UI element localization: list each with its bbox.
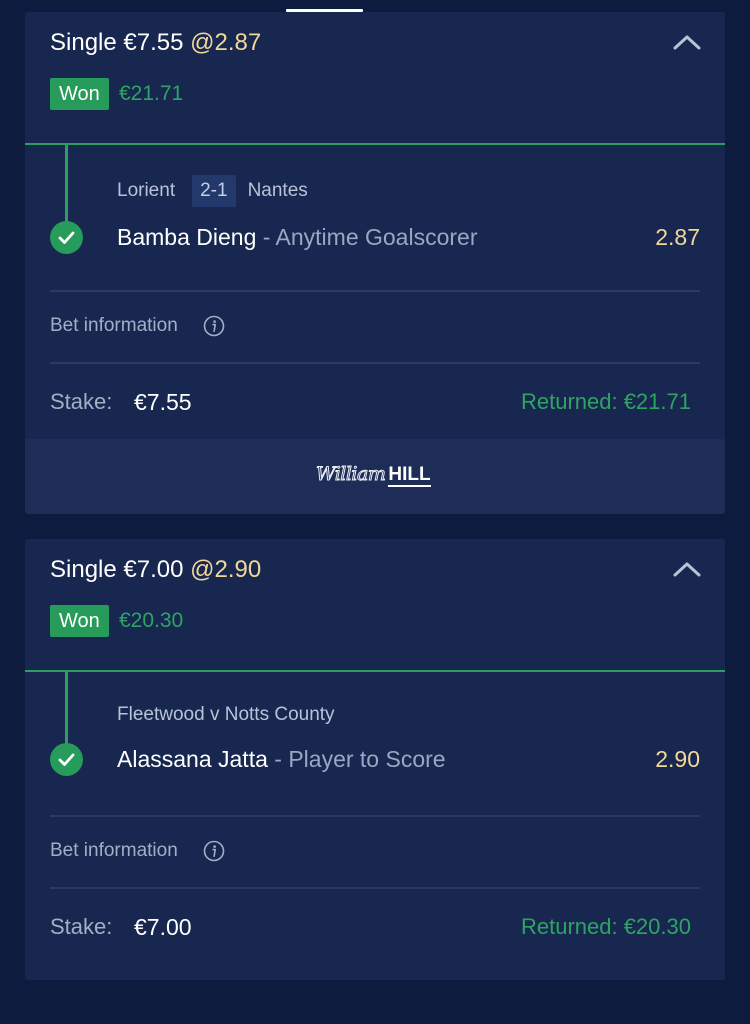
timeline-line	[65, 145, 68, 223]
market-name: Anytime Goalscorer	[275, 224, 478, 250]
bet-title: Single €7.55 @2.87	[50, 28, 261, 58]
brand-footer: William HILL	[25, 439, 725, 514]
selection-odds: 2.90	[655, 746, 700, 772]
won-badge: Won	[50, 78, 109, 110]
bet-title-stake: €7.00	[123, 556, 184, 583]
stake-label: Stake:	[50, 389, 113, 414]
chevron-up-icon[interactable]	[673, 561, 701, 577]
away-team: Nantes	[247, 180, 308, 201]
stake-label: Stake:	[50, 914, 113, 939]
bet-information-label: Bet information	[50, 840, 178, 861]
won-amount: €21.71	[119, 82, 184, 105]
stake-value: €7.00	[134, 914, 192, 940]
bet-title-odds: @2.90	[190, 556, 262, 583]
score-box: 2-1	[192, 175, 236, 207]
bet-type-label: Single	[50, 556, 117, 583]
bet-card: Single €7.00 @2.90 Won €20.30 Fleetwood …	[25, 539, 725, 980]
selection-name: Bamba Dieng - Anytime Goalscorer	[117, 221, 478, 253]
chevron-up-icon[interactable]	[673, 34, 701, 50]
market-separator: -	[267, 746, 289, 772]
bet-type-label: Single	[50, 29, 117, 56]
event-title: Fleetwood v Notts County	[117, 704, 335, 725]
stake-value: €7.55	[134, 389, 192, 415]
stake-row: Stake: €7.00 Returned: €20.30	[25, 889, 725, 964]
returned-amount: Returned: €20.30	[520, 914, 691, 939]
william-hill-logo: William HILL	[315, 463, 431, 491]
player-name: Alassana Jatta	[117, 746, 268, 772]
bet-information-row[interactable]: Bet information	[25, 292, 725, 362]
market-name: Player to Score	[288, 746, 446, 772]
checkmark-icon	[50, 221, 83, 254]
stake-row: Stake: €7.55 Returned: €21.71	[25, 364, 725, 439]
selection-name: Alassana Jatta - Player to Score	[117, 743, 446, 775]
info-icon[interactable]	[203, 840, 225, 862]
won-amount: €20.30	[119, 609, 184, 632]
selection-row: Lorient 2-1 Nantes Bamba Dieng - Anytime…	[25, 145, 725, 290]
player-name: Bamba Dieng	[117, 224, 257, 250]
bet-title-odds: @2.87	[190, 29, 262, 56]
won-badge: Won	[50, 605, 109, 637]
bet-title-stake: €7.55	[123, 29, 184, 56]
logo-script-text: William	[315, 463, 386, 486]
bet-card-header[interactable]: Single €7.55 @2.87 Won €21.71	[25, 12, 725, 145]
checkmark-icon	[50, 743, 83, 776]
selection-row: Fleetwood v Notts County Alassana Jatta …	[25, 672, 725, 815]
bet-information-row[interactable]: Bet information	[25, 817, 725, 887]
home-team: Lorient	[117, 180, 176, 201]
market-separator: -	[256, 224, 276, 250]
bet-title: Single €7.00 @2.90	[50, 555, 261, 585]
event-line: Fleetwood v Notts County	[117, 699, 335, 731]
selection-odds: 2.87	[655, 224, 700, 250]
bet-information-label: Bet information	[50, 315, 178, 336]
bet-card: Single €7.55 @2.87 Won €21.71 Lorient 2-…	[25, 12, 725, 514]
timeline-line	[65, 672, 68, 744]
returned-amount: Returned: €21.71	[520, 389, 691, 414]
logo-bold-text: HILL	[388, 464, 431, 487]
info-icon[interactable]	[203, 315, 225, 337]
bet-card-header[interactable]: Single €7.00 @2.90 Won €20.30	[25, 539, 725, 672]
event-line: Lorient 2-1 Nantes	[117, 175, 308, 207]
